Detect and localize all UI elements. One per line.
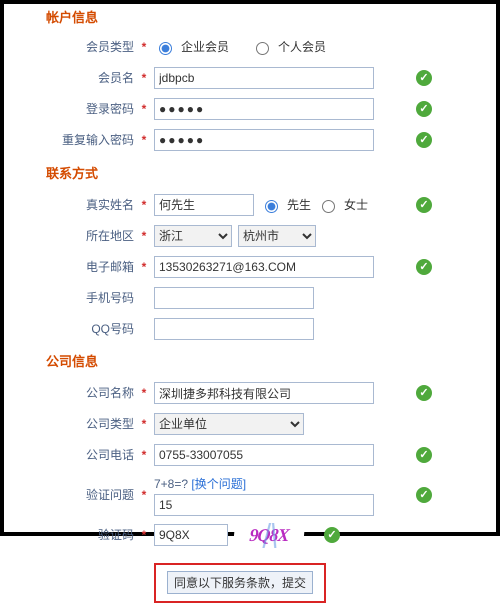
check-icon [416, 197, 432, 213]
row-captcha: 验证码 * 9Q8X [24, 522, 480, 549]
required-star: * [134, 69, 154, 87]
company-type-select[interactable]: 企业单位 [154, 413, 304, 435]
row-mobile: 手机号码 [24, 284, 480, 311]
section-title-account: 帐户信息 [46, 8, 480, 28]
required-star: * [134, 131, 154, 149]
label-member-type: 会员类型 [24, 38, 134, 56]
label-real-name: 真实姓名 [24, 196, 134, 214]
check-icon [324, 527, 340, 543]
required-star: * [134, 486, 154, 504]
company-phone-input[interactable] [154, 444, 374, 466]
change-question-link[interactable]: [换个问题] [191, 477, 246, 491]
label-company-type: 公司类型 [24, 415, 134, 433]
row-member-type: 会员类型 * 企业会员 个人会员 [24, 34, 480, 61]
email-input[interactable] [154, 256, 374, 278]
region-province-select[interactable]: 浙江 [154, 225, 232, 247]
required-star: * [134, 227, 154, 245]
member-name-input[interactable] [154, 67, 374, 89]
row-member-name: 会员名 * [24, 65, 480, 92]
section-title-company: 公司信息 [46, 352, 480, 372]
label-confirm-password: 重复输入密码 [24, 131, 134, 149]
row-email: 电子邮箱 * [24, 253, 480, 280]
required-star: * [134, 38, 154, 56]
radio-personal-member[interactable] [256, 42, 269, 55]
radio-gender-male[interactable] [265, 200, 278, 213]
row-verify-question: 验证问题 * 7+8=? [换个问题] [24, 475, 480, 516]
check-icon [416, 447, 432, 463]
row-qq: QQ号码 [24, 315, 480, 342]
radio-corp-member-label: 企业会员 [181, 38, 229, 56]
row-confirm-password: 重复输入密码 * [24, 127, 480, 154]
real-name-input[interactable] [154, 194, 254, 216]
required-star: * [134, 526, 154, 544]
row-login-password: 登录密码 * [24, 96, 480, 123]
captcha-image[interactable]: 9Q8X [233, 523, 305, 548]
label-verify-question: 验证问题 [24, 486, 134, 504]
company-name-input[interactable] [154, 382, 374, 404]
label-mobile: 手机号码 [24, 289, 134, 307]
check-icon [416, 259, 432, 275]
label-email: 电子邮箱 [24, 258, 134, 276]
label-captcha: 验证码 [24, 526, 134, 544]
check-icon [416, 101, 432, 117]
radio-gender-female[interactable] [322, 200, 335, 213]
radio-gender-male-label: 先生 [287, 196, 311, 214]
required-star: * [134, 384, 154, 402]
row-company-name: 公司名称 * [24, 380, 480, 407]
label-login-password: 登录密码 [24, 100, 134, 118]
radio-gender-female-label: 女士 [344, 196, 368, 214]
section-title-contact: 联系方式 [46, 164, 480, 184]
verify-question-input[interactable] [154, 494, 374, 516]
label-company-phone: 公司电话 [24, 446, 134, 464]
required-star: * [134, 196, 154, 214]
label-qq: QQ号码 [24, 320, 134, 338]
row-company-type: 公司类型 * 企业单位 [24, 411, 480, 438]
submit-button[interactable]: 同意以下服务条款，提交 [167, 571, 313, 594]
label-region: 所在地区 [24, 227, 134, 245]
check-icon [416, 385, 432, 401]
row-real-name: 真实姓名 * 先生 女士 [24, 191, 480, 218]
required-star: * [134, 100, 154, 118]
check-icon [416, 70, 432, 86]
mobile-input[interactable] [154, 287, 314, 309]
radio-corp-member[interactable] [159, 42, 172, 55]
confirm-password-input[interactable] [154, 129, 374, 151]
label-member-name: 会员名 [24, 69, 134, 87]
required-star: * [134, 415, 154, 433]
required-star: * [134, 258, 154, 276]
radio-personal-member-label: 个人会员 [278, 38, 326, 56]
label-company-name: 公司名称 [24, 384, 134, 402]
check-icon [416, 487, 432, 503]
region-city-select[interactable]: 杭州市 [238, 225, 316, 247]
captcha-input[interactable] [154, 524, 228, 546]
required-star: * [134, 446, 154, 464]
verify-question-text: 7+8=? [154, 477, 188, 491]
qq-input[interactable] [154, 318, 314, 340]
row-company-phone: 公司电话 * [24, 442, 480, 469]
check-icon [416, 132, 432, 148]
login-password-input[interactable] [154, 98, 374, 120]
submit-highlight-box: 同意以下服务条款，提交 [154, 563, 326, 603]
row-region: 所在地区 * 浙江 杭州市 [24, 222, 480, 249]
